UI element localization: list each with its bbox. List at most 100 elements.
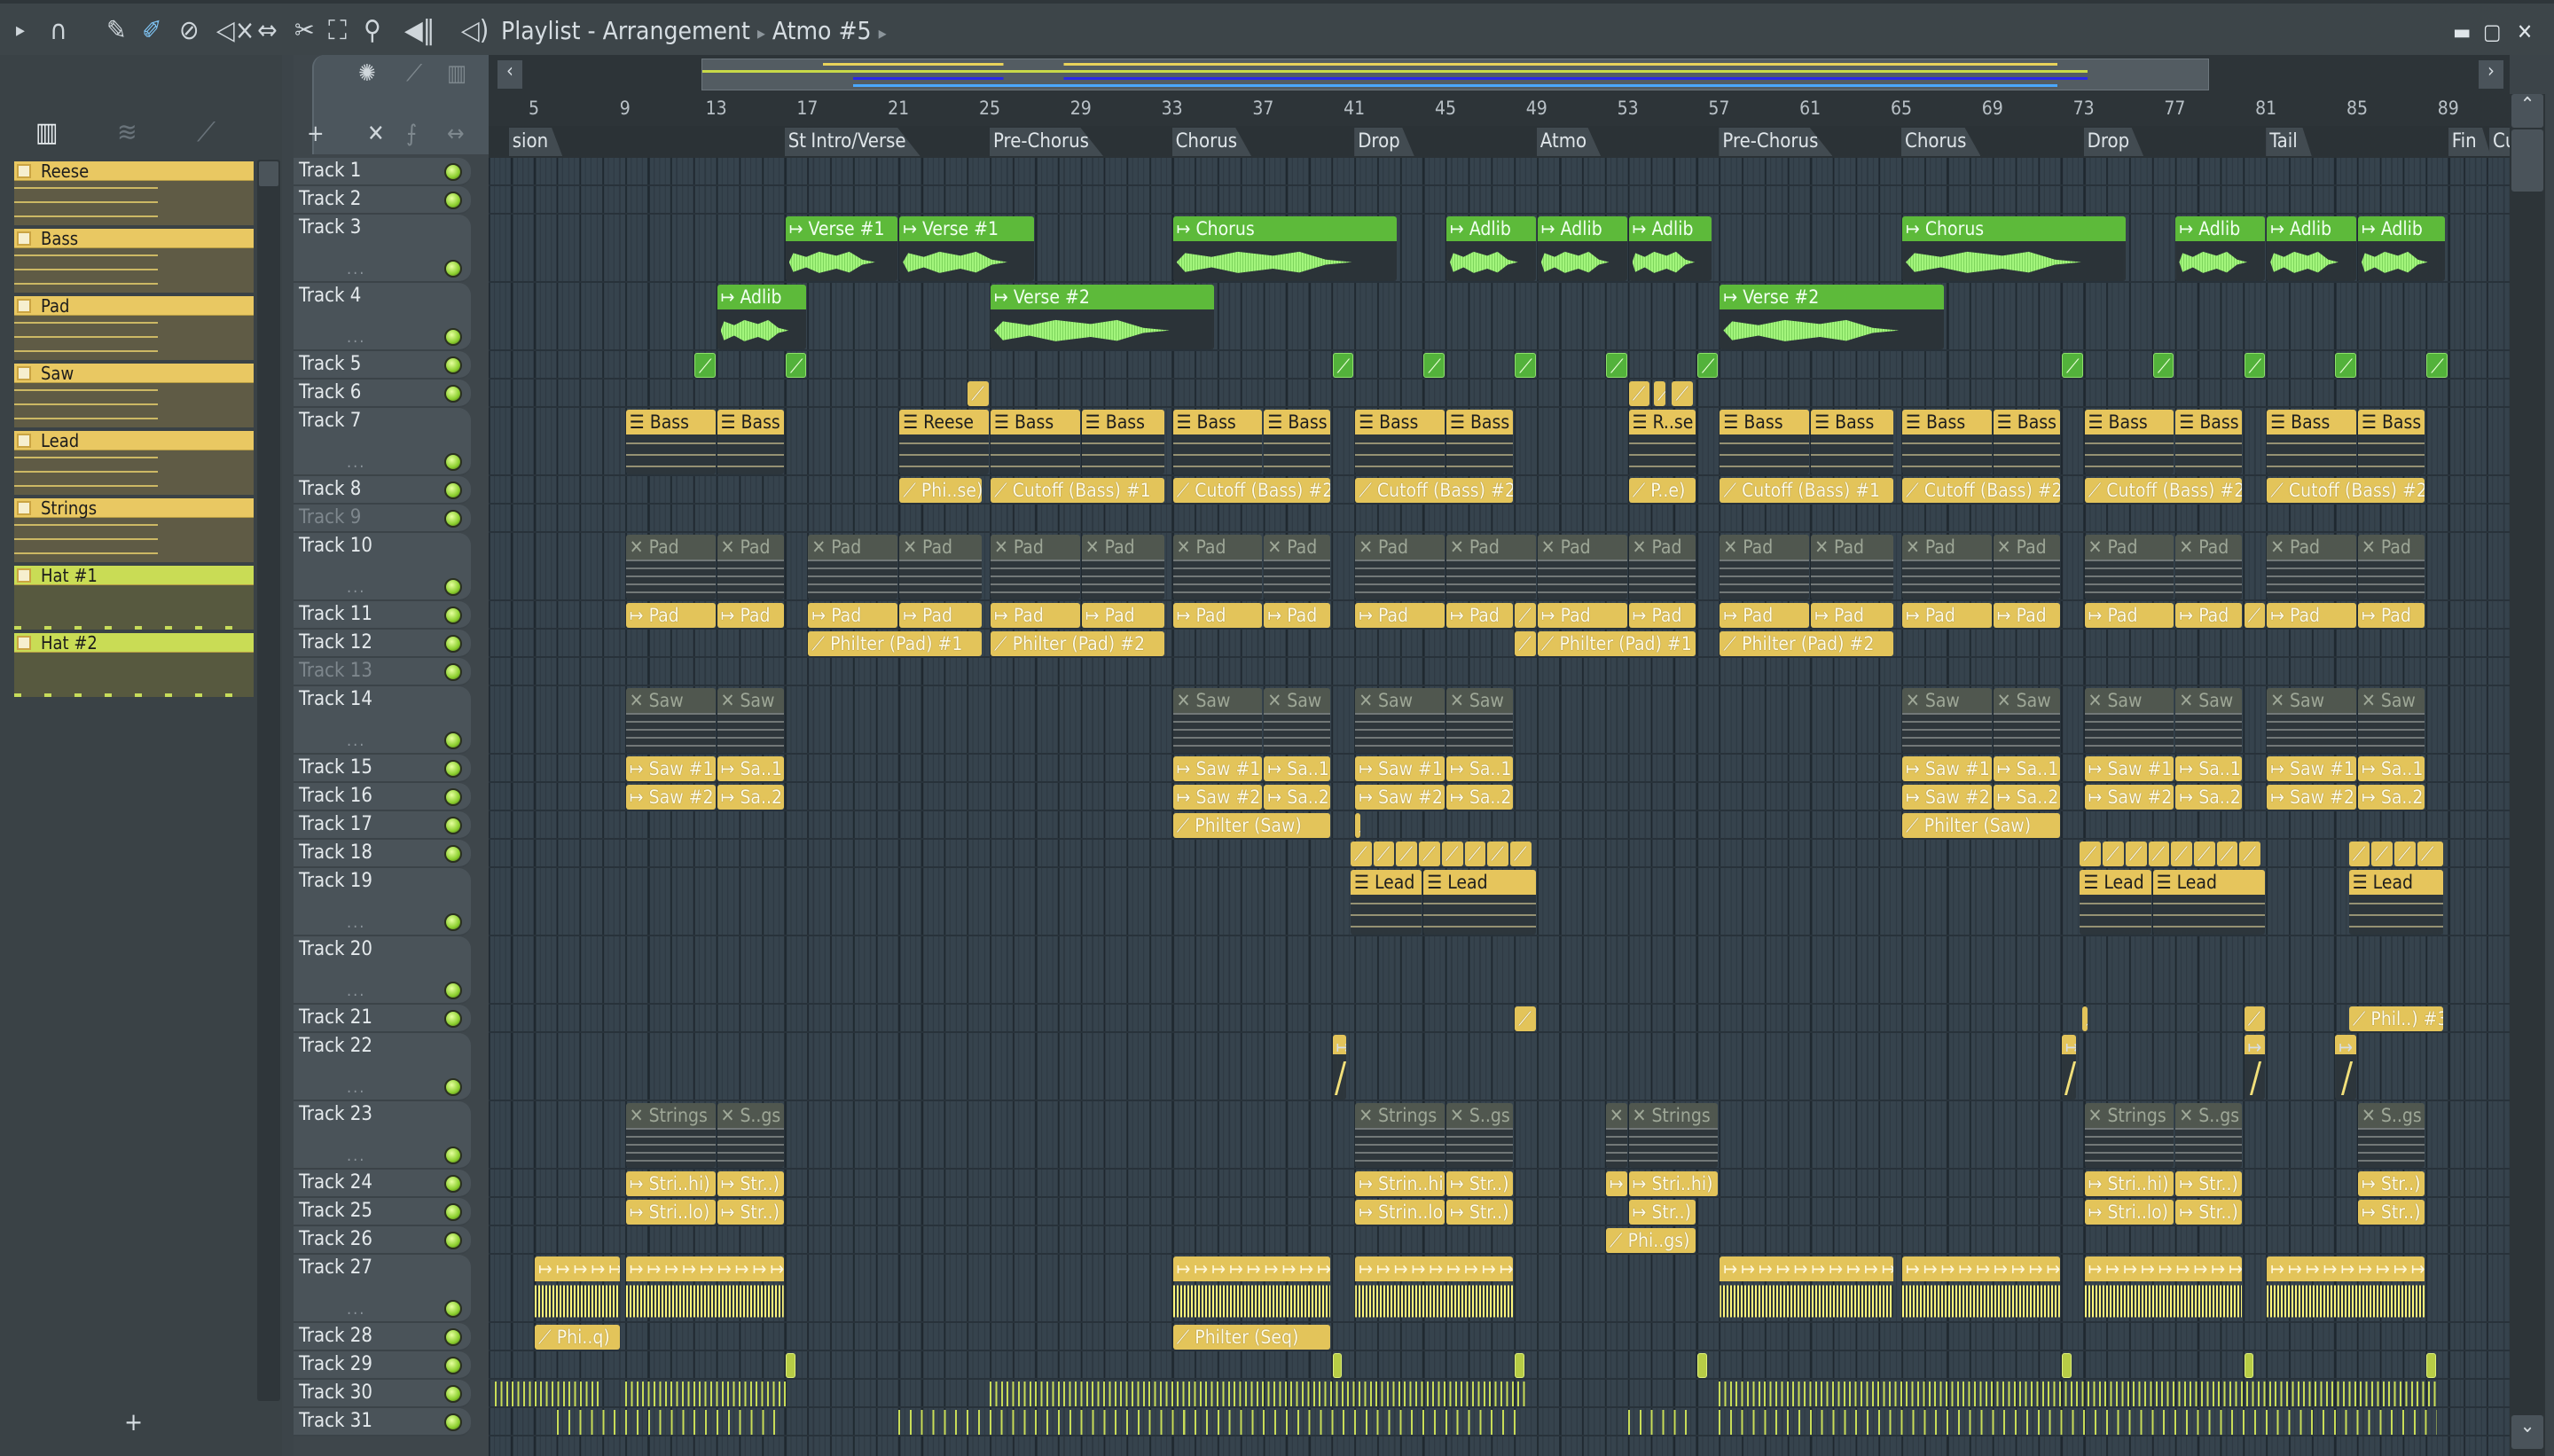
- clip-header[interactable]: ⟋: [2239, 842, 2260, 866]
- track-name[interactable]: Track 9: [299, 506, 361, 528]
- clip-gauto[interactable]: ⟋: [2061, 353, 2083, 378]
- clip-header[interactable]: ⟋: [2336, 354, 2355, 377]
- clip-header[interactable]: ⟋: [1698, 354, 1718, 377]
- track-name[interactable]: Track 1: [299, 160, 361, 182]
- clip-auto[interactable]: ⟋: [1487, 842, 1508, 866]
- breadcrumb-arrow-icon[interactable]: ▸: [879, 22, 887, 43]
- track-enable-toggle[interactable]: [444, 1300, 462, 1318]
- clip-gauto[interactable]: ⟋: [693, 353, 716, 378]
- clip-header[interactable]: ↦ Saw #2: [2085, 785, 2174, 810]
- clip-pattern[interactable]: ☰ Bass: [1811, 410, 1894, 474]
- clip-header[interactable]: ☰ Bass: [1172, 410, 1263, 434]
- clip-header[interactable]: ✕: [1605, 1103, 1627, 1128]
- scrollbar-thumb[interactable]: [2511, 129, 2543, 192]
- clip-header[interactable]: ↦ Chorus: [1902, 216, 2127, 241]
- clip-gauto[interactable]: ⟋: [1515, 353, 1536, 378]
- clip-auto[interactable]: ⟋: [2080, 842, 2102, 866]
- clip-pattern[interactable]: ☰ Lead: [2348, 870, 2443, 935]
- track-header[interactable]: Track 21: [294, 1005, 471, 1033]
- track-enable-toggle[interactable]: [444, 982, 462, 999]
- track-name[interactable]: Track 4: [299, 285, 361, 307]
- clip-muted[interactable]: ✕: [1605, 1103, 1627, 1168]
- clip-gauto[interactable]: ⟋: [2244, 353, 2266, 378]
- clip-auto[interactable]: ⟋ Phi..se): [899, 478, 983, 503]
- track-enable-toggle[interactable]: [444, 1328, 462, 1346]
- clip-header[interactable]: ↦ Chorus: [1172, 216, 1398, 241]
- pattern-header[interactable]: Hat #2: [14, 633, 254, 653]
- clip-gauto[interactable]: ⟋: [1423, 353, 1445, 378]
- clip-muted[interactable]: ✕ Pad: [717, 535, 784, 599]
- clip-gauto[interactable]: ⟋: [1605, 353, 1627, 378]
- clip-muted[interactable]: ✕ Pad: [1902, 535, 1992, 599]
- clip-header[interactable]: ☰ Bass: [1446, 410, 1514, 434]
- track-header[interactable]: Track 13: [294, 658, 471, 686]
- clip-auto[interactable]: ⟋ Cutoff (Bass) #1: [991, 478, 1164, 503]
- track-header[interactable]: Track 26: [294, 1226, 471, 1255]
- clip-yclip[interactable]: ↦ Saw #1: [2084, 756, 2174, 781]
- clip-muted[interactable]: ✕ Strings: [1355, 1103, 1445, 1168]
- clip-yclip[interactable]: ↦ Pad: [1355, 603, 1445, 628]
- clip-header[interactable]: ☰ Bass: [2358, 410, 2425, 434]
- hat-pattern-clip[interactable]: [1627, 1410, 1696, 1435]
- clip-header[interactable]: ↦ Strin..hi): [1355, 1171, 1445, 1196]
- marker-pre-chorus[interactable]: Pre-Chorus: [990, 128, 1103, 156]
- clip-header[interactable]: ✕ Pad: [1446, 535, 1536, 560]
- clip-muted[interactable]: ✕ Saw: [1172, 688, 1263, 753]
- clip-header[interactable]: ⟋: [2126, 842, 2147, 866]
- clip-header[interactable]: ⟋: [1334, 354, 1353, 377]
- pattern-item[interactable]: Bass: [14, 229, 254, 293]
- track-enable-toggle[interactable]: [444, 1203, 462, 1221]
- clip-audio[interactable]: ↦ Verse #2: [1720, 285, 1944, 349]
- clip-header[interactable]: ⟋: [2349, 842, 2370, 866]
- clip-header[interactable]: ✕ Pad: [991, 535, 1080, 560]
- clip-yclip[interactable]: ↦ Pad: [2358, 603, 2425, 628]
- clip-pattern[interactable]: ☰ Lead: [2080, 870, 2151, 935]
- clip-yclip[interactable]: ↦ Saw #1: [1355, 756, 1445, 781]
- clip-yclip[interactable]: ↦ Saw #2: [1172, 785, 1263, 810]
- clip-header[interactable]: ⟋ Cutoff (Bass) #1: [1720, 478, 1893, 503]
- clip-header[interactable]: ↦ Verse #1: [899, 216, 1035, 241]
- clip-header[interactable]: ⟋ Philter (Saw): [1173, 813, 1331, 838]
- clip-header[interactable]: ↦ Str..): [717, 1171, 784, 1196]
- clip-yclip[interactable]: ↦ Sa..2: [1446, 785, 1514, 810]
- clip-header[interactable]: ☰ R..se: [1628, 410, 1696, 434]
- clip-header[interactable]: ⟋: [1515, 603, 1536, 628]
- clip-header[interactable]: ⟋ Philter (Pad) #1: [1538, 631, 1696, 656]
- track-name[interactable]: Track 14: [299, 688, 372, 710]
- track-header[interactable]: Track 31: [294, 1408, 471, 1436]
- pattern-name[interactable]: Atmo #5: [772, 16, 872, 45]
- clip-auto[interactable]: ⟋ Philter (Saw): [1902, 813, 2060, 838]
- clip-muted[interactable]: ✕ Saw: [1993, 688, 2060, 753]
- clip-yclip[interactable]: ↦ Strin..hi): [1355, 1171, 1445, 1196]
- clip-audio[interactable]: ↦ Adlib: [2175, 216, 2266, 281]
- pattern-header[interactable]: Strings: [14, 498, 254, 518]
- clip-auto[interactable]: ⟋: [1355, 813, 1360, 838]
- track-header[interactable]: Track 23...: [294, 1101, 471, 1170]
- clip-header[interactable]: ✕ Saw: [1264, 688, 1331, 713]
- clip-yclip[interactable]: ↦ Pad: [1902, 603, 1992, 628]
- clip-header[interactable]: ✕ Pad: [2084, 535, 2174, 560]
- clip-yclip[interactable]: ↦ Sa..1: [2358, 756, 2425, 781]
- pattern-item[interactable]: Pad: [14, 296, 254, 360]
- clip-auto[interactable]: ⟋: [2125, 842, 2147, 866]
- clip-header[interactable]: ↦ Pad: [1264, 603, 1330, 628]
- track-enable-toggle[interactable]: [444, 578, 462, 596]
- marker-fin[interactable]: Fin: [2448, 128, 2491, 156]
- clip-yclip[interactable]: ↦ Pad: [1172, 603, 1263, 628]
- track-header[interactable]: Track 1: [294, 158, 471, 186]
- clip-header[interactable]: ⟋ P..e): [1629, 478, 1696, 503]
- clip-header[interactable]: ✕ Pad: [1537, 535, 1627, 560]
- audio-tab-icon[interactable]: ≋: [117, 117, 137, 148]
- clip-muted[interactable]: ✕ Pad: [808, 535, 898, 599]
- clip-muted[interactable]: ✕ Saw: [1446, 688, 1514, 753]
- clip-pattern[interactable]: ☰ Bass: [1081, 410, 1164, 474]
- track-header[interactable]: Track 18: [294, 840, 471, 868]
- clip-header[interactable]: [1516, 1354, 1524, 1377]
- clip-header[interactable]: ↦ Pad: [626, 603, 716, 628]
- clip-header[interactable]: ↦ Pad: [808, 603, 897, 628]
- clip-pattern[interactable]: ☰ Bass: [717, 410, 784, 474]
- track-header[interactable]: Track 5: [294, 351, 471, 380]
- track-header[interactable]: Track 2: [294, 186, 471, 215]
- clip-header[interactable]: ⟋: [1516, 354, 1535, 377]
- clip-header[interactable]: ☰ Bass: [2084, 410, 2174, 434]
